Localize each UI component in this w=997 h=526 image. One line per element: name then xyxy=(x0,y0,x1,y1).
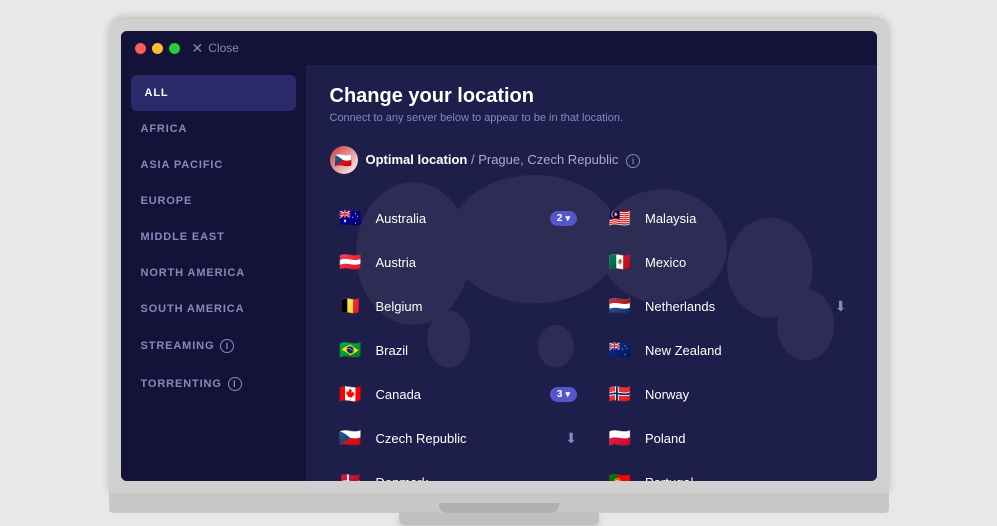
close-x-icon: ✕ xyxy=(192,40,204,57)
sidebar-label-streaming: STREAMING xyxy=(141,340,215,352)
sidebar-label-all: ALL xyxy=(145,87,169,99)
countries-right-col: 🇲🇾 Malaysia 🇲🇽 Mexico 🇳🇱 xyxy=(599,196,853,481)
country-name-denmark: Denmark xyxy=(376,475,578,482)
country-row-australia[interactable]: 🇦🇺 Australia 2 ▾ xyxy=(330,196,584,240)
laptop-bottom xyxy=(109,493,889,513)
screen: ✕ Close ALL AFRICA ASIA PACIFIC xyxy=(121,31,877,481)
country-row-norway[interactable]: 🇳🇴 Norway xyxy=(599,372,853,416)
sidebar-item-south-america[interactable]: SOUTH AMERICA xyxy=(121,291,306,327)
country-name-new-zealand: New Zealand xyxy=(645,343,847,358)
country-name-poland: Poland xyxy=(645,431,847,446)
sidebar-item-asia-pacific[interactable]: ASIA PACIFIC xyxy=(121,147,306,183)
flag-netherlands: 🇳🇱 xyxy=(605,291,635,321)
flag-brazil: 🇧🇷 xyxy=(336,335,366,365)
sidebar-label-middle-east: MIDDLE EAST xyxy=(141,231,225,243)
dot-red[interactable] xyxy=(135,43,146,54)
close-label: Close xyxy=(208,41,239,55)
country-row-czech[interactable]: 🇨🇿 Czech Republic ⬇ xyxy=(330,416,584,460)
optimal-location[interactable]: 🇨🇿 Optimal location / Prague, Czech Repu… xyxy=(330,140,853,180)
optimal-flag-icon: 🇨🇿 xyxy=(330,146,358,174)
country-name-netherlands: Netherlands xyxy=(645,299,825,314)
country-row-austria[interactable]: 🇦🇹 Austria xyxy=(330,240,584,284)
streaming-info-icon[interactable]: i xyxy=(220,339,234,353)
main-content: Change your location Connect to any serv… xyxy=(306,65,877,481)
flag-malaysia: 🇲🇾 xyxy=(605,203,635,233)
country-name-canada: Canada xyxy=(376,387,540,402)
flag-poland: 🇵🇱 xyxy=(605,423,635,453)
sidebar-label-africa: AFRICA xyxy=(141,123,188,135)
country-row-denmark[interactable]: 🇩🇰 Denmark xyxy=(330,460,584,481)
sidebar-label-torrenting: TORRENTING xyxy=(141,378,222,390)
server-badge-canada: 3 ▾ xyxy=(550,387,577,402)
sidebar-label-south-america: SOUTH AMERICA xyxy=(141,303,245,315)
chevron-canada: ▾ xyxy=(565,389,570,400)
page-subtitle: Connect to any server below to appear to… xyxy=(330,112,853,124)
app-body: ALL AFRICA ASIA PACIFIC EUROPE MIDDLE EA… xyxy=(121,65,877,481)
country-row-malaysia[interactable]: 🇲🇾 Malaysia xyxy=(599,196,853,240)
close-button[interactable]: ✕ Close xyxy=(192,40,239,57)
download-icon-netherlands[interactable]: ⬇ xyxy=(835,298,847,315)
optimal-info-icon[interactable]: i xyxy=(626,154,640,168)
country-name-czech: Czech Republic xyxy=(376,431,556,446)
flag-denmark: 🇩🇰 xyxy=(336,467,366,481)
sidebar-item-north-america[interactable]: NORTH AMERICA xyxy=(121,255,306,291)
flag-norway: 🇳🇴 xyxy=(605,379,635,409)
optimal-label: Optimal location xyxy=(366,152,468,167)
sidebar-item-streaming[interactable]: STREAMING i xyxy=(121,327,306,365)
dot-yellow[interactable] xyxy=(152,43,163,54)
optimal-location-name: Prague, Czech Republic xyxy=(478,152,618,167)
country-name-malaysia: Malaysia xyxy=(645,211,847,226)
country-name-brazil: Brazil xyxy=(376,343,578,358)
country-name-belgium: Belgium xyxy=(376,299,578,314)
sidebar: ALL AFRICA ASIA PACIFIC EUROPE MIDDLE EA… xyxy=(121,65,306,481)
country-name-portugal: Portugal xyxy=(645,475,847,482)
sidebar-label-north-america: NORTH AMERICA xyxy=(141,267,246,279)
sidebar-label-europe: EUROPE xyxy=(141,195,193,207)
flag-new-zealand: 🇳🇿 xyxy=(605,335,635,365)
window-controls xyxy=(135,43,180,54)
sidebar-item-torrenting[interactable]: TORRENTING i xyxy=(121,365,306,403)
titlebar: ✕ Close xyxy=(121,31,877,65)
flag-mexico: 🇲🇽 xyxy=(605,247,635,277)
sidebar-item-africa[interactable]: AFRICA xyxy=(121,111,306,147)
country-row-mexico[interactable]: 🇲🇽 Mexico xyxy=(599,240,853,284)
sidebar-item-europe[interactable]: EUROPE xyxy=(121,183,306,219)
laptop-notch xyxy=(439,503,559,513)
country-row-portugal[interactable]: 🇵🇹 Portugal xyxy=(599,460,853,481)
laptop-screen-frame: ✕ Close ALL AFRICA ASIA PACIFIC xyxy=(109,19,889,493)
country-row-poland[interactable]: 🇵🇱 Poland xyxy=(599,416,853,460)
sidebar-item-middle-east[interactable]: MIDDLE EAST xyxy=(121,219,306,255)
chevron-australia: ▾ xyxy=(565,213,570,224)
page-title: Change your location xyxy=(330,85,853,108)
country-name-australia: Australia xyxy=(376,211,540,226)
country-name-norway: Norway xyxy=(645,387,847,402)
laptop-stand xyxy=(399,513,599,525)
sidebar-item-all[interactable]: ALL xyxy=(131,75,296,111)
country-row-canada[interactable]: 🇨🇦 Canada 3 ▾ xyxy=(330,372,584,416)
flag-canada: 🇨🇦 xyxy=(336,379,366,409)
country-row-new-zealand[interactable]: 🇳🇿 New Zealand xyxy=(599,328,853,372)
flag-austria: 🇦🇹 xyxy=(336,247,366,277)
torrenting-info-icon[interactable]: i xyxy=(228,377,242,391)
flag-portugal: 🇵🇹 xyxy=(605,467,635,481)
sidebar-label-asia-pacific: ASIA PACIFIC xyxy=(141,159,224,171)
country-name-mexico: Mexico xyxy=(645,255,847,270)
download-icon-czech[interactable]: ⬇ xyxy=(565,430,577,447)
flag-australia: 🇦🇺 xyxy=(336,203,366,233)
dot-green[interactable] xyxy=(169,43,180,54)
country-name-austria: Austria xyxy=(376,255,578,270)
laptop-wrapper: ✕ Close ALL AFRICA ASIA PACIFIC xyxy=(49,1,949,525)
server-badge-australia: 2 ▾ xyxy=(550,211,577,226)
country-row-brazil[interactable]: 🇧🇷 Brazil xyxy=(330,328,584,372)
country-row-netherlands[interactable]: 🇳🇱 Netherlands ⬇ xyxy=(599,284,853,328)
country-row-belgium[interactable]: 🇧🇪 Belgium xyxy=(330,284,584,328)
countries-left-col: 🇦🇺 Australia 2 ▾ 🇦🇹 Austria xyxy=(330,196,584,481)
optimal-text: Optimal location / Prague, Czech Republi… xyxy=(366,152,641,168)
flag-czech: 🇨🇿 xyxy=(336,423,366,453)
countries-grid: 🇦🇺 Australia 2 ▾ 🇦🇹 Austria xyxy=(330,196,853,481)
flag-belgium: 🇧🇪 xyxy=(336,291,366,321)
